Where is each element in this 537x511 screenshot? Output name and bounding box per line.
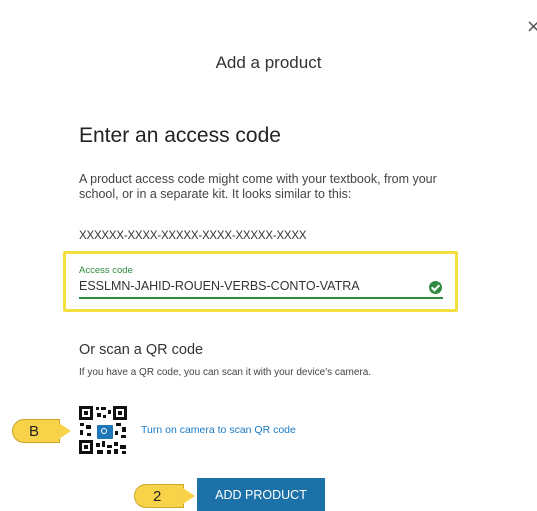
qr-description: If you have a QR code, you can scan it w… xyxy=(79,367,372,378)
callout-2: 2 xyxy=(134,484,195,508)
section-heading: Enter an access code xyxy=(79,124,281,147)
access-code-underline xyxy=(79,297,443,299)
callout-b: B xyxy=(12,419,71,443)
close-button[interactable]: × xyxy=(526,18,537,36)
qr-heading: Or scan a QR code xyxy=(79,342,204,358)
camera-scan-link[interactable]: Turn on camera to scan QR code xyxy=(141,424,296,436)
qr-camera-icon[interactable] xyxy=(78,405,128,455)
check-circle-icon xyxy=(429,281,442,294)
add-product-button[interactable]: ADD PRODUCT xyxy=(197,478,325,511)
access-code-input[interactable] xyxy=(78,277,424,295)
camera-icon xyxy=(95,423,115,441)
dialog-title: Add a product xyxy=(215,53,322,72)
access-code-label: Access code xyxy=(79,265,133,276)
access-code-description: A product access code might come with yo… xyxy=(79,172,437,201)
access-code-format-sample: XXXXXX-XXXX-XXXXX-XXXX-XXXXX-XXXX xyxy=(79,230,307,242)
